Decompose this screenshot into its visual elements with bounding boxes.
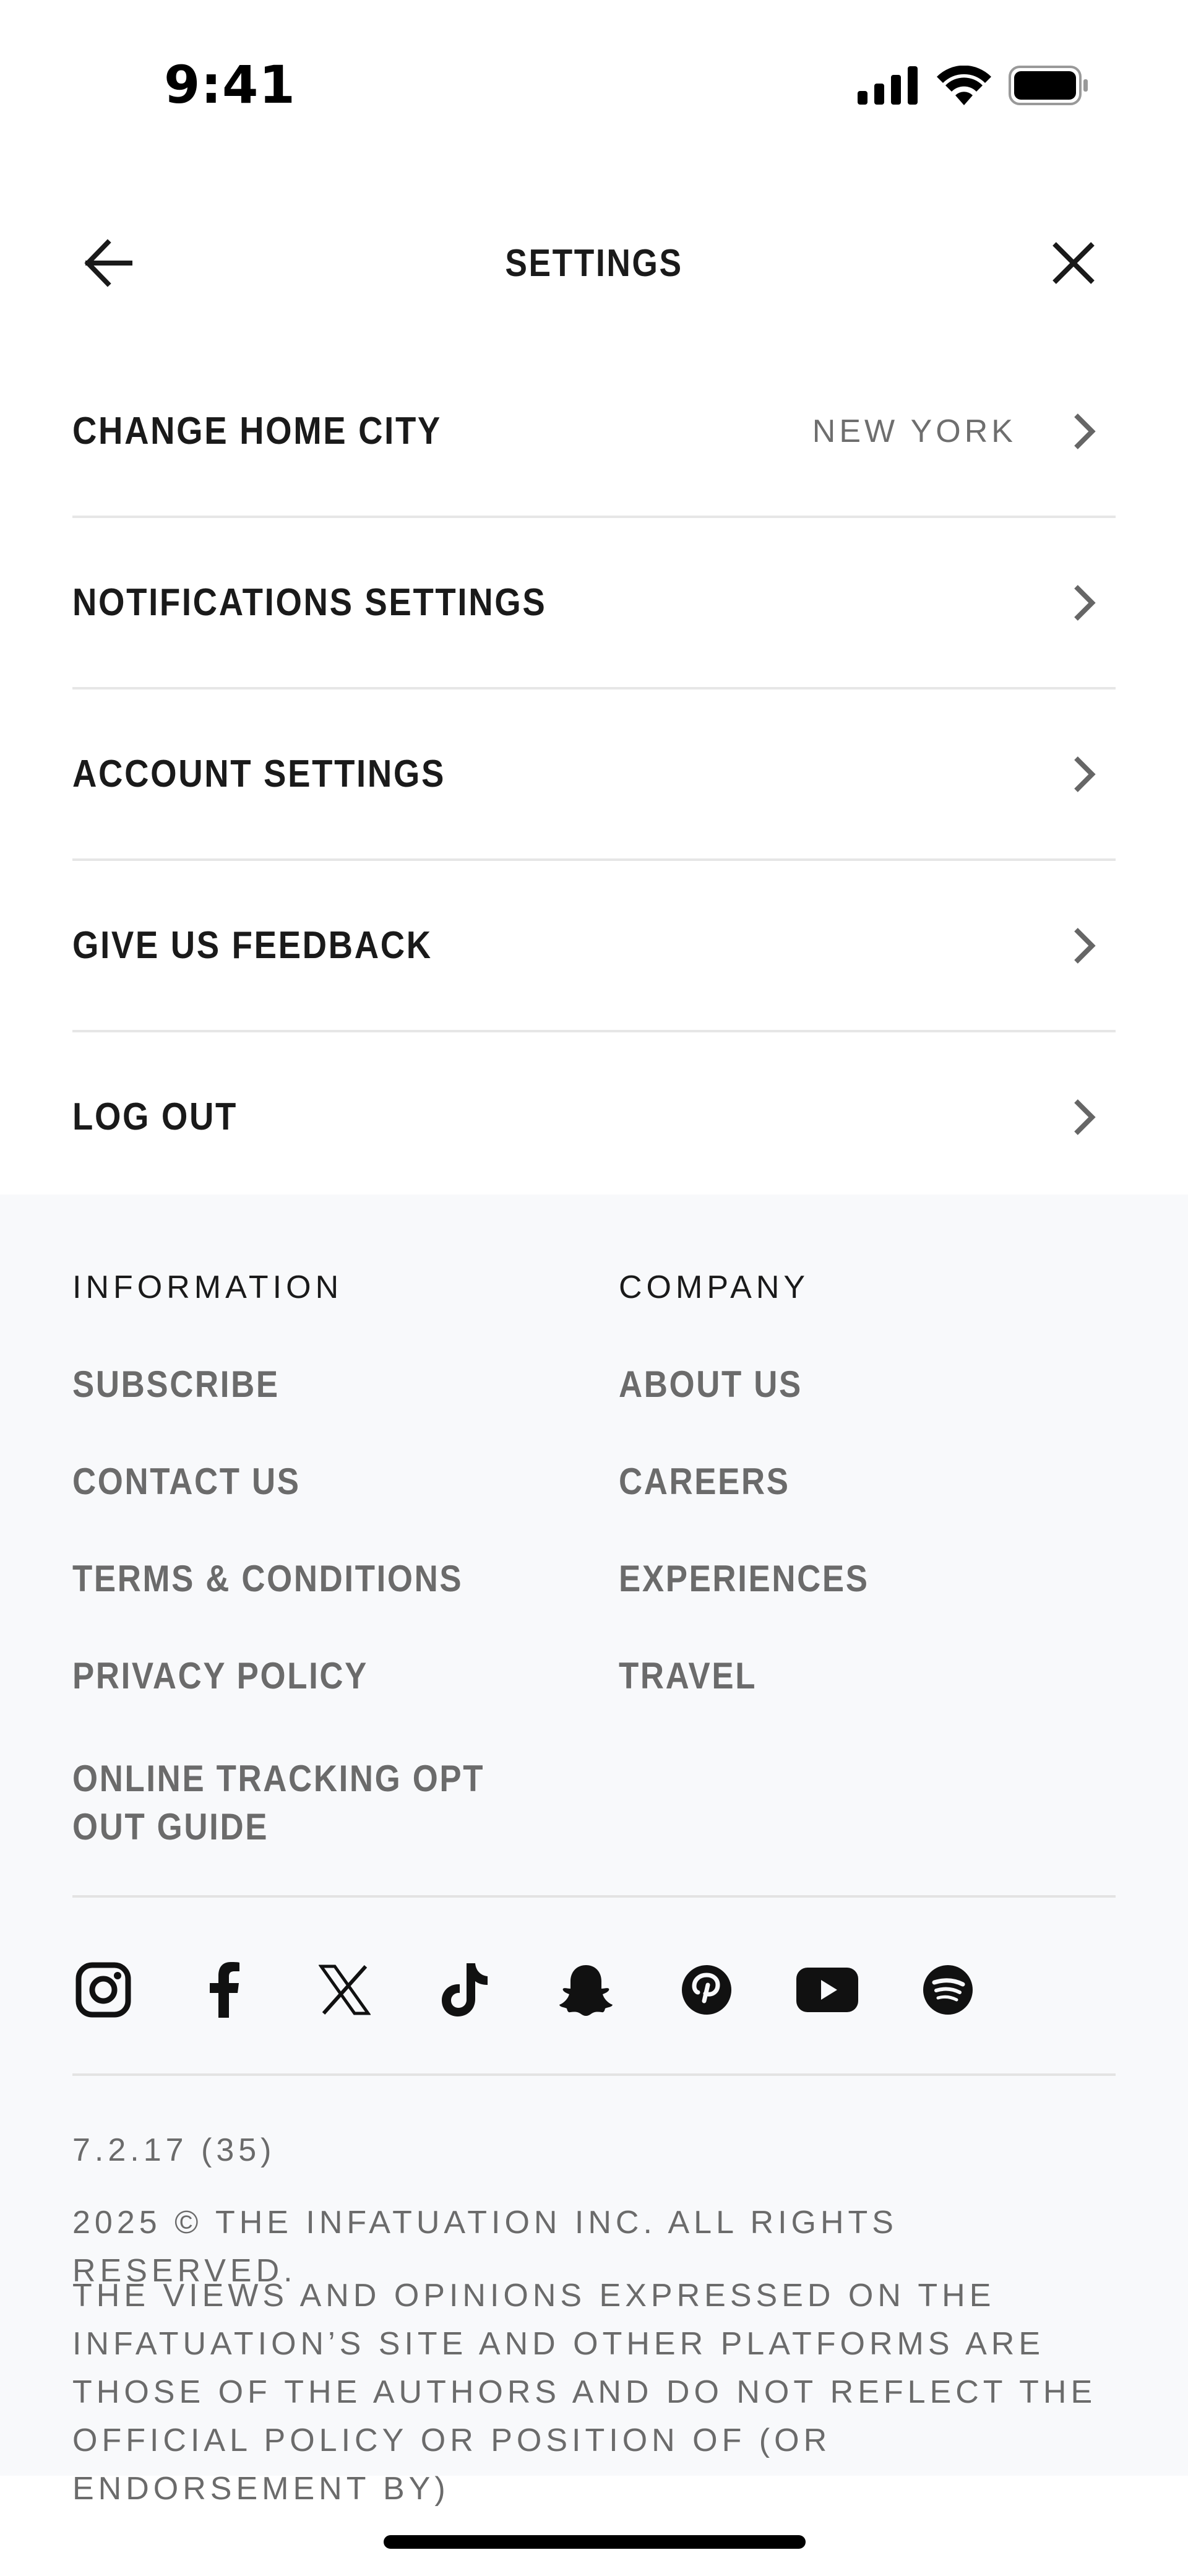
company-heading: COMPANY (619, 1269, 810, 1305)
wifi-icon (937, 65, 991, 108)
company-column: COMPANY ABOUT US CAREERS EXPERIENCES TRA… (619, 1269, 1114, 1695)
chevron-right-icon (1074, 927, 1096, 964)
battery-icon (1009, 65, 1089, 108)
settings-row-account[interactable]: ACCOUNT SETTINGS (72, 689, 1116, 861)
information-heading: INFORMATION (72, 1269, 343, 1305)
privacy-policy-link[interactable]: PRIVACY POLICY (72, 1658, 541, 1695)
tiktok-icon[interactable] (434, 1959, 496, 2021)
home-city-value: NEW YORK (812, 413, 1017, 449)
status-time: 9:41 (164, 54, 296, 115)
settings-row-notifications[interactable]: NOTIFICATIONS SETTINGS (72, 518, 1116, 689)
app-version: 7.2.17 (35) (72, 2132, 276, 2168)
settings-row-change-home-city[interactable]: CHANGE HOME CITY NEW YORK (72, 347, 1116, 518)
row-label: CHANGE HOME CITY (72, 410, 442, 452)
information-column: INFORMATION SUBSCRIBE CONTACT US TERMS &… (72, 1269, 605, 1851)
close-icon (1052, 242, 1095, 284)
row-label: NOTIFICATIONS SETTINGS (72, 581, 547, 624)
travel-link[interactable]: TRAVEL (619, 1658, 1054, 1695)
subscribe-link[interactable]: SUBSCRIBE (72, 1366, 541, 1403)
home-indicator (384, 2535, 806, 2549)
footer-divider (72, 1895, 1116, 1898)
chevron-right-icon (1074, 413, 1096, 449)
terms-conditions-link[interactable]: TERMS & CONDITIONS (72, 1560, 541, 1597)
instagram-icon[interactable] (72, 1959, 134, 2021)
chevron-right-icon (1074, 1099, 1096, 1135)
about-us-link[interactable]: ABOUT US (619, 1366, 1054, 1403)
careers-link[interactable]: CAREERS (619, 1463, 1054, 1500)
settings-row-feedback[interactable]: GIVE US FEEDBACK (72, 861, 1116, 1032)
tracking-opt-out-link[interactable]: ONLINE TRACKING OPT OUT GUIDE (72, 1755, 519, 1851)
pinterest-icon[interactable] (676, 1959, 738, 2021)
footer: INFORMATION SUBSCRIBE CONTACT US TERMS &… (0, 1195, 1188, 2507)
close-button[interactable] (1046, 235, 1101, 291)
row-label: ACCOUNT SETTINGS (72, 753, 446, 795)
status-icons (858, 65, 1089, 108)
x-icon[interactable] (314, 1959, 376, 2021)
row-label: GIVE US FEEDBACK (72, 924, 433, 967)
chevron-right-icon (1074, 584, 1096, 621)
disclaimer-text: THE VIEWS AND OPINIONS EXPRESSED ON THE … (72, 2278, 1097, 2507)
youtube-icon[interactable] (796, 1959, 858, 2021)
experiences-link[interactable]: EXPERIENCES (619, 1560, 1054, 1597)
spotify-icon[interactable] (917, 1959, 979, 2021)
status-bar: 9:41 (0, 0, 1188, 155)
page-title: SETTINGS (505, 242, 683, 285)
snapchat-icon[interactable] (555, 1959, 617, 2021)
social-links (72, 1959, 1038, 2021)
row-label: LOG OUT (72, 1096, 238, 1138)
nav-bar: SETTINGS (0, 217, 1188, 309)
chevron-right-icon (1074, 756, 1096, 792)
settings-row-log-out[interactable]: LOG OUT (72, 1032, 1116, 1201)
facebook-icon[interactable] (193, 1959, 255, 2021)
settings-list: CHANGE HOME CITY NEW YORK NOTIFICATIONS … (72, 347, 1116, 1201)
footer-divider (72, 2073, 1116, 2076)
contact-us-link[interactable]: CONTACT US (72, 1463, 541, 1500)
cellular-signal-icon (858, 66, 919, 108)
